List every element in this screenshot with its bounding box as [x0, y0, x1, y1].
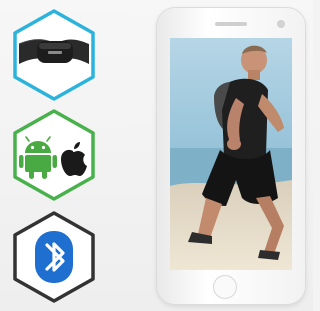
feature-illustration — [0, 0, 313, 311]
home-button[interactable] — [213, 275, 237, 299]
phone-speaker — [215, 22, 247, 26]
bluetooth-badge — [11, 210, 97, 304]
bluetooth-icon — [35, 231, 73, 283]
hexagon-frame — [13, 9, 95, 101]
platform-badge — [11, 108, 97, 202]
phone-screen — [170, 38, 292, 270]
heart-rate-strap-badge — [11, 8, 97, 102]
smartphone — [157, 8, 305, 304]
runner-photo — [170, 38, 292, 270]
phone-camera — [277, 20, 285, 28]
